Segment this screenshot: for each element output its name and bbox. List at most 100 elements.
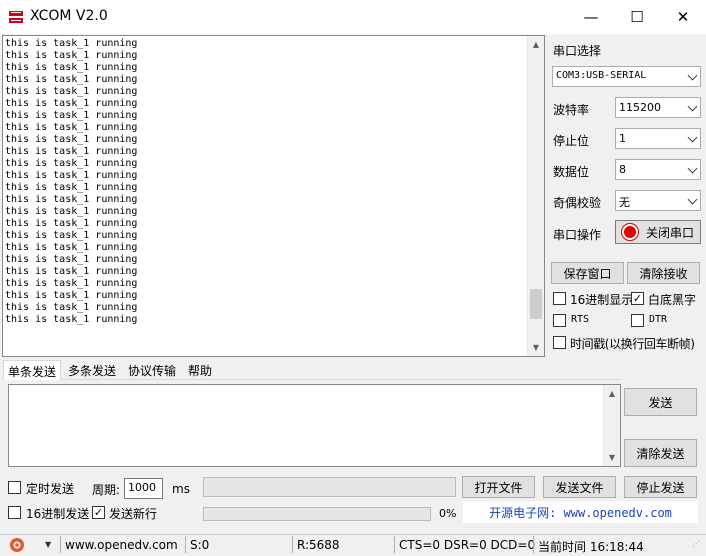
dtr-checkbox[interactable] (631, 314, 644, 327)
period-label: 周期: (92, 483, 121, 497)
stop-send-button[interactable]: 停止发送 (624, 476, 697, 498)
status-separator (394, 536, 395, 553)
port-label: 串口选择 (553, 44, 602, 58)
receive-line: this is task_1 running (5, 134, 138, 145)
receive-line: this is task_1 running (5, 62, 138, 73)
chevron-down-icon (687, 70, 698, 81)
timed-send-checkbox[interactable] (8, 481, 21, 494)
parity-select[interactable]: 无 (615, 190, 701, 211)
receive-line: this is task_1 running (5, 290, 138, 301)
newline-label: 发送新行 (109, 507, 158, 521)
receive-line: this is task_1 running (5, 170, 138, 181)
app-logo-icon (8, 9, 24, 25)
status-separator (533, 536, 534, 553)
close-port-label: 关闭串口 (645, 225, 694, 240)
tab-multi-send[interactable]: 多条发送 (64, 360, 120, 380)
parity-value: 无 (619, 196, 630, 209)
receive-line: this is task_1 running (5, 86, 138, 97)
close-port-button[interactable]: 关闭串口 (615, 220, 701, 244)
status-sent: S:0 (190, 538, 210, 552)
receive-line: this is task_1 running (5, 38, 138, 49)
chevron-down-icon (687, 101, 698, 112)
scrollbar-thumb[interactable] (530, 288, 542, 319)
stop-bits-select[interactable]: 1 (615, 128, 701, 149)
receive-line: this is task_1 running (5, 266, 138, 277)
receive-line: this is task_1 running (5, 194, 138, 205)
receive-line: this is task_1 running (5, 98, 138, 109)
port-operation-label: 串口操作 (553, 228, 602, 242)
status-lines: CTS=0 DSR=0 DCD=0 (399, 538, 536, 552)
newline-checkbox[interactable]: ✓ (92, 506, 105, 519)
receive-line: this is task_1 running (5, 230, 138, 241)
hex-display-checkbox[interactable] (553, 292, 566, 305)
stop-bits-label: 停止位 (553, 134, 590, 148)
data-bits-select[interactable]: 8 (615, 159, 701, 180)
data-bits-value: 8 (619, 163, 626, 176)
dtr-label: DTR (649, 314, 668, 325)
resize-grip-icon[interactable]: ⋰ (692, 540, 702, 551)
save-window-button[interactable]: 保存窗口 (551, 262, 624, 284)
parity-label: 奇偶校验 (553, 196, 602, 210)
settings-gear-icon[interactable] (9, 537, 25, 553)
receive-line: this is task_1 running (5, 182, 138, 193)
scroll-down-icon[interactable]: ▼ (604, 449, 620, 466)
minimize-button[interactable]: — (568, 0, 614, 34)
tab-single-send[interactable]: 单条发送 (3, 360, 62, 380)
chevron-down-icon (687, 132, 698, 143)
timestamp-label: 时间戳(以换行回车断帧) (570, 337, 695, 351)
minimize-icon: — (583, 8, 599, 26)
receive-line: this is task_1 running (5, 50, 138, 61)
receive-line: this is task_1 running (5, 242, 138, 253)
receive-textarea[interactable]: this is task_1 running this is task_1 run… (2, 35, 545, 357)
close-icon: ✕ (676, 8, 690, 26)
status-separator (185, 536, 186, 553)
chevron-down-icon (687, 163, 698, 174)
send-button[interactable]: 发送 (624, 388, 697, 416)
timed-send-label: 定时发送 (26, 482, 75, 496)
tab-protocol[interactable]: 协议传输 (124, 360, 180, 380)
open-file-button[interactable]: 打开文件 (462, 476, 535, 498)
period-input[interactable]: 1000 (124, 478, 163, 499)
maximize-button[interactable]: ☐ (614, 0, 660, 34)
tab-help[interactable]: 帮助 (184, 360, 216, 380)
status-received: R:5688 (297, 538, 340, 552)
clear-send-button[interactable]: 清除发送 (624, 439, 697, 467)
receive-line: this is task_1 running (5, 278, 138, 289)
white-bg-label: 白底黑字 (648, 293, 697, 307)
receive-line: this is task_1 running (5, 146, 138, 157)
white-bg-checkbox[interactable]: ✓ (631, 292, 644, 305)
send-textarea[interactable]: ▲ ▼ (8, 384, 621, 467)
progress-label: 0% (439, 507, 457, 520)
hex-send-checkbox[interactable] (8, 506, 21, 519)
send-file-button[interactable]: 发送文件 (543, 476, 616, 498)
footer-link[interactable]: 开源电子网: www.openedv.com (463, 501, 698, 523)
hex-display-label: 16进制显示 (570, 293, 634, 307)
file-path-field[interactable] (203, 477, 456, 497)
period-unit: ms (172, 482, 190, 496)
baud-label: 波特率 (553, 103, 590, 117)
receive-line: this is task_1 running (5, 110, 138, 121)
receive-line: this is task_1 running (5, 302, 138, 313)
data-bits-label: 数据位 (553, 165, 590, 179)
scroll-up-icon[interactable]: ▲ (528, 36, 544, 53)
scroll-up-icon[interactable]: ▲ (604, 385, 620, 402)
dropdown-arrow-icon[interactable]: ▼ (45, 540, 51, 549)
record-icon (621, 224, 638, 240)
send-scrollbar[interactable]: ▲ ▼ (603, 385, 620, 466)
rts-label: RTS (571, 314, 590, 325)
clear-receive-button[interactable]: 清除接收 (627, 262, 700, 284)
send-progress-bar (203, 507, 431, 521)
port-select[interactable]: COM3:USB-SERIAL (552, 66, 701, 87)
receive-line: this is task_1 running (5, 218, 138, 229)
close-button[interactable]: ✕ (660, 0, 706, 34)
receive-line: this is task_1 running (5, 74, 138, 85)
maximize-icon: ☐ (630, 8, 644, 26)
receive-scrollbar[interactable]: ▲ ▼ (527, 36, 544, 356)
window-title: XCOM V2.0 (30, 8, 108, 24)
status-url[interactable]: www.openedv.com (65, 538, 178, 552)
timestamp-checkbox[interactable] (553, 336, 566, 349)
scroll-down-icon[interactable]: ▼ (528, 339, 544, 356)
baud-select[interactable]: 115200 (615, 97, 701, 118)
status-separator (292, 536, 293, 553)
rts-checkbox[interactable] (553, 314, 566, 327)
